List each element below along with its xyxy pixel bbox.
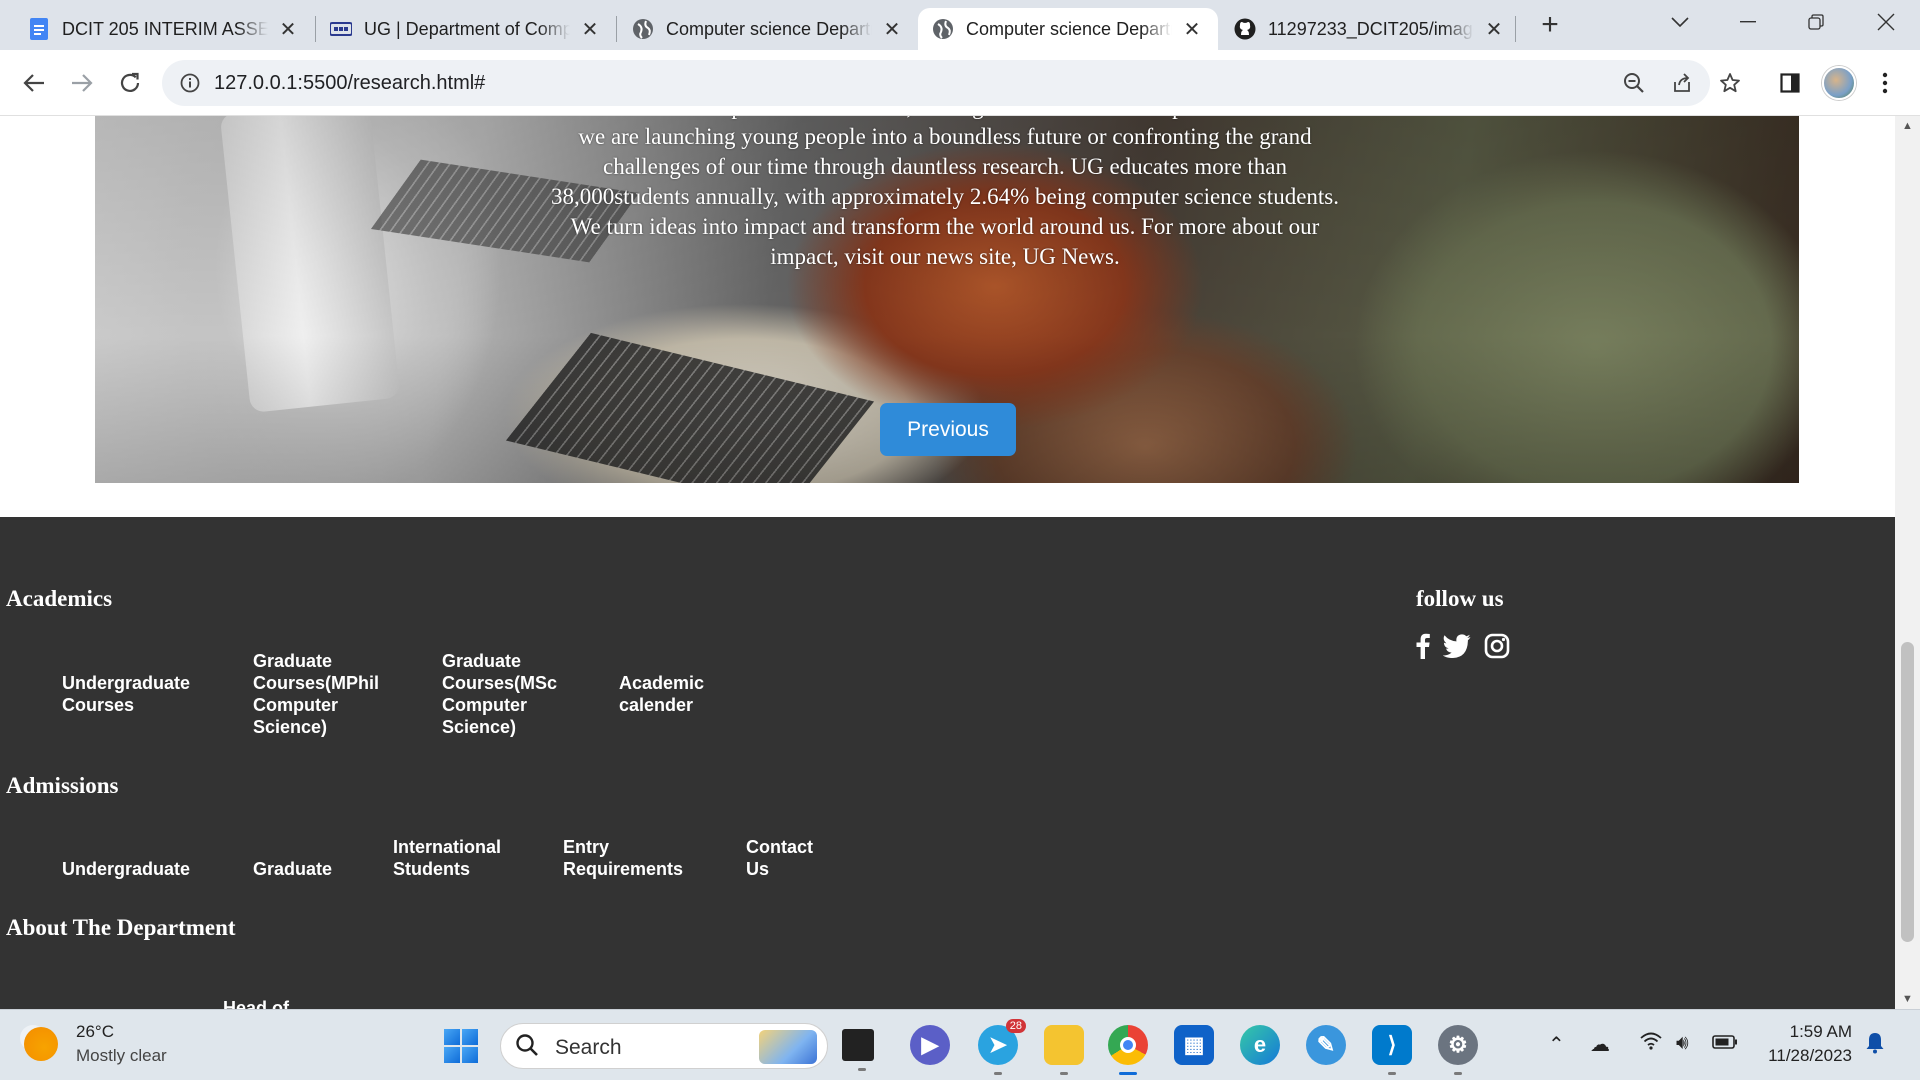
previous-button[interactable]: Previous xyxy=(880,403,1016,456)
tab-close-icon[interactable]: ✕ xyxy=(578,17,602,41)
windows-taskbar: 26°C Mostly clear Search ▶ ➤ 28 ▦ e ✎ ⟩ ⚙… xyxy=(0,1009,1920,1080)
reload-icon[interactable] xyxy=(110,63,150,103)
new-tab-button[interactable]: + xyxy=(1532,8,1568,44)
tab-close-icon[interactable]: ✕ xyxy=(276,17,300,41)
share-icon[interactable] xyxy=(1668,69,1696,97)
weather-temperature: 26°C xyxy=(76,1022,114,1041)
settings-gear-icon[interactable]: ⚙ xyxy=(1438,1025,1478,1075)
site-info-icon[interactable] xyxy=(176,69,204,97)
zoom-icon[interactable] xyxy=(1620,69,1648,97)
footer-heading-academics: Academics xyxy=(6,586,113,611)
minimize-button[interactable] xyxy=(1718,0,1778,44)
site-footer: Academics Undergraduate Courses Graduate… xyxy=(0,517,1895,1009)
battery-icon[interactable] xyxy=(1712,1032,1738,1055)
footer-heading-follow-us: follow us xyxy=(1416,586,1504,611)
telegram-icon[interactable]: ➤ 28 xyxy=(978,1019,1026,1075)
tab-divider xyxy=(616,16,617,42)
footer-heading-about: About The Department xyxy=(6,915,236,940)
tab-close-icon[interactable]: ✕ xyxy=(880,17,904,41)
browser-toolbar: 127.0.0.1:5500/research.html# xyxy=(0,50,1920,116)
instagram-icon[interactable] xyxy=(1482,631,1512,661)
hero-paragraph: universities. Our impact on individuals,… xyxy=(548,116,1342,269)
wifi-icon[interactable] xyxy=(1640,1032,1662,1056)
globe-icon xyxy=(932,18,954,40)
address-bar[interactable]: 127.0.0.1:5500/research.html# xyxy=(162,60,1740,106)
footer-link-international-students[interactable]: International Students xyxy=(393,836,501,880)
twitter-icon[interactable] xyxy=(1442,631,1472,661)
windows-start-icon[interactable] xyxy=(444,1029,478,1063)
browser-tab-strip: DCIT 205 INTERIM ASSESSMENT ✕ UG | Depar… xyxy=(0,0,1920,50)
tab-title: 11297233_DCIT205/images xyxy=(1268,18,1474,39)
clock-date: 11/28/2023 xyxy=(1768,1046,1852,1065)
footer-link-entry-requirements[interactable]: Entry Requirements xyxy=(563,836,683,880)
tab-github[interactable]: 11297233_DCIT205/images ✕ xyxy=(1220,8,1520,50)
tab-divider xyxy=(1515,16,1516,42)
scrollbar-thumb[interactable] xyxy=(1901,642,1914,942)
forward-arrow-icon[interactable] xyxy=(62,63,102,103)
footer-link-undergraduate-courses[interactable]: Undergraduate Courses xyxy=(62,672,190,716)
restore-button[interactable] xyxy=(1786,0,1846,44)
file-explorer-icon[interactable] xyxy=(1044,1025,1084,1075)
notification-bell-icon[interactable] xyxy=(1866,1032,1884,1060)
back-arrow-icon[interactable] xyxy=(14,63,54,103)
tab-computer-science-1[interactable]: Computer science Department ✕ xyxy=(618,8,918,50)
weather-widget[interactable]: 26°C Mostly clear xyxy=(24,1022,167,1066)
volume-icon[interactable]: 🔊︎ xyxy=(1676,1032,1689,1055)
telegram-badge: 28 xyxy=(1005,1019,1026,1033)
tab-close-icon[interactable]: ✕ xyxy=(1482,17,1506,41)
tab-title: DCIT 205 INTERIM ASSESSMENT xyxy=(62,18,268,39)
footer-link-head-of-department[interactable]: Head of xyxy=(223,997,289,1009)
kebab-menu-icon[interactable] xyxy=(1865,63,1905,103)
github-icon xyxy=(1234,18,1256,40)
chevron-up-icon[interactable]: ⌃ xyxy=(1548,1032,1565,1057)
footer-link-graduate-mphil[interactable]: Graduate Courses(MPhil Computer Science) xyxy=(253,650,379,738)
footer-link-graduate-msc[interactable]: Graduate Courses(MSc Computer Science) xyxy=(442,650,557,738)
ug-logo-icon xyxy=(330,18,352,40)
profile-avatar[interactable] xyxy=(1822,66,1856,100)
clock-time: 1:59 AM xyxy=(1789,1022,1852,1041)
tab-dcit-205[interactable]: DCIT 205 INTERIM ASSESSMENT ✕ xyxy=(14,8,314,50)
edit-tool-icon[interactable]: ✎ xyxy=(1306,1025,1346,1065)
chrome-icon[interactable] xyxy=(1108,1025,1148,1075)
tab-title: Computer science Department xyxy=(966,18,1172,39)
search-highlight-icon xyxy=(759,1030,817,1064)
bookmark-star-icon[interactable] xyxy=(1716,69,1744,97)
task-view-icon[interactable] xyxy=(842,1029,874,1071)
footer-link-contact-us[interactable]: Contact Us xyxy=(746,836,813,880)
tab-close-icon[interactable]: ✕ xyxy=(1180,17,1204,41)
tab-ug-department[interactable]: UG | Department of Computer Science ✕ xyxy=(316,8,616,50)
web-page: universities. Our impact on individuals,… xyxy=(0,116,1895,1009)
vscode-icon[interactable]: ⟩ xyxy=(1372,1025,1412,1075)
footer-heading-admissions: Admissions xyxy=(6,773,119,798)
weather-condition: Mostly clear xyxy=(76,1046,167,1065)
tab-title: UG | Department of Computer Science xyxy=(364,18,570,39)
social-links xyxy=(1414,631,1512,661)
page-scrollbar[interactable]: ▲ ▼ xyxy=(1895,116,1920,1009)
facebook-icon[interactable] xyxy=(1414,631,1432,661)
close-window-button[interactable] xyxy=(1856,0,1916,44)
side-panel-icon[interactable] xyxy=(1770,63,1810,103)
edge-icon[interactable]: e xyxy=(1240,1025,1280,1065)
onedrive-cloud-icon[interactable]: ☁ xyxy=(1590,1032,1610,1057)
url-text[interactable]: 127.0.0.1:5500/research.html# xyxy=(214,72,485,95)
weather-moon-cloud-icon xyxy=(24,1027,58,1061)
footer-link-academic-calendar[interactable]: Academic calender xyxy=(619,672,704,716)
scroll-down-arrow-icon[interactable]: ▼ xyxy=(1895,989,1920,1009)
footer-link-undergraduate[interactable]: Undergraduate xyxy=(62,858,190,880)
hero-banner: universities. Our impact on individuals,… xyxy=(95,116,1799,483)
scroll-up-arrow-icon[interactable]: ▲ xyxy=(1895,116,1920,136)
system-clock[interactable]: 1:59 AM 11/28/2023 xyxy=(1752,1020,1852,1068)
microsoft-store-icon[interactable]: ▦ xyxy=(1174,1025,1214,1065)
tab-computer-science-active[interactable]: Computer science Department ✕ xyxy=(918,8,1218,50)
tab-title: Computer science Department xyxy=(666,18,872,39)
footer-link-graduate[interactable]: Graduate xyxy=(253,858,332,880)
taskbar-search-box[interactable]: Search xyxy=(500,1023,828,1069)
search-placeholder: Search xyxy=(555,1036,622,1059)
tab-search-chevron-icon[interactable] xyxy=(1650,0,1710,44)
search-icon xyxy=(515,1033,539,1064)
teams-chat-icon[interactable]: ▶ xyxy=(910,1025,950,1065)
google-docs-icon xyxy=(28,18,50,40)
globe-icon xyxy=(632,18,654,40)
